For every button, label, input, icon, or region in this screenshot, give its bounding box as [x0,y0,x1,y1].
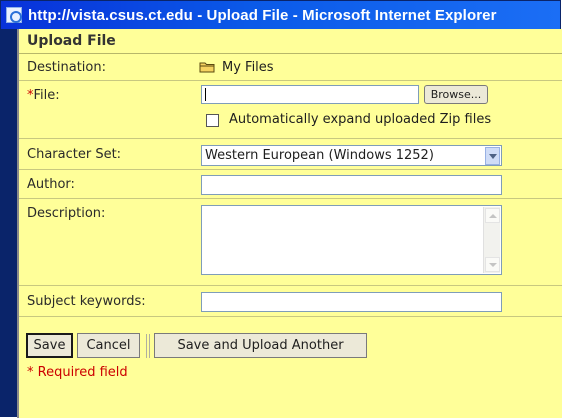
button-divider [146,334,147,358]
window-title: http://vista.csus.ct.edu - Upload File -… [28,6,497,24]
charset-selected-value: Western European (Windows 1252) [205,148,434,163]
internet-explorer-icon [6,7,22,23]
charset-select[interactable]: Western European (Windows 1252) [201,145,502,166]
description-label: Description: [27,206,106,221]
scroll-up-arrow-icon[interactable] [485,208,500,223]
form-heading-row: Upload File [19,29,562,54]
keywords-label: Subject keywords: [27,294,146,309]
save-and-upload-another-button[interactable]: Save and Upload Another [154,333,367,358]
keywords-row: Subject keywords: [19,287,562,317]
file-label-text: File: [33,88,60,103]
description-scrollbar[interactable] [483,207,500,273]
file-input[interactable] [201,85,419,104]
keywords-input[interactable] [201,292,502,312]
author-input[interactable] [201,175,502,195]
charset-label: Character Set: [27,147,122,162]
scroll-down-arrow-icon[interactable] [485,257,500,272]
form-heading: Upload File [27,33,116,49]
destination-row: Destination: My Files [19,55,562,81]
file-label: *File: [27,88,60,103]
button-divider [149,334,150,358]
upload-file-form: Upload File Destination: My Files *File:… [17,29,562,418]
folder-icon [199,62,215,73]
description-row: Description: [19,200,562,286]
window-titlebar[interactable]: http://vista.csus.ct.edu - Upload File -… [1,1,560,29]
description-textarea[interactable] [201,205,502,275]
browse-button[interactable]: Browse... [424,85,488,104]
file-row: *File: Browse... Automatically expand up… [19,82,562,139]
required-field-note: * Required field [27,365,128,380]
unzip-label: Automatically expand uploaded Zip files [229,112,492,127]
author-row: Author: [19,171,562,199]
author-label: Author: [27,177,75,192]
charset-row: Character Set: Western European (Windows… [19,140,562,170]
save-button[interactable]: Save [26,333,73,358]
cancel-button[interactable]: Cancel [77,333,140,358]
destination-value: My Files [222,60,274,75]
dropdown-arrow-icon[interactable] [485,147,500,165]
unzip-checkbox[interactable] [206,114,219,127]
text-caret [205,88,206,101]
browser-window: http://vista.csus.ct.edu - Upload File -… [0,0,562,418]
destination-label: Destination: [27,60,106,75]
